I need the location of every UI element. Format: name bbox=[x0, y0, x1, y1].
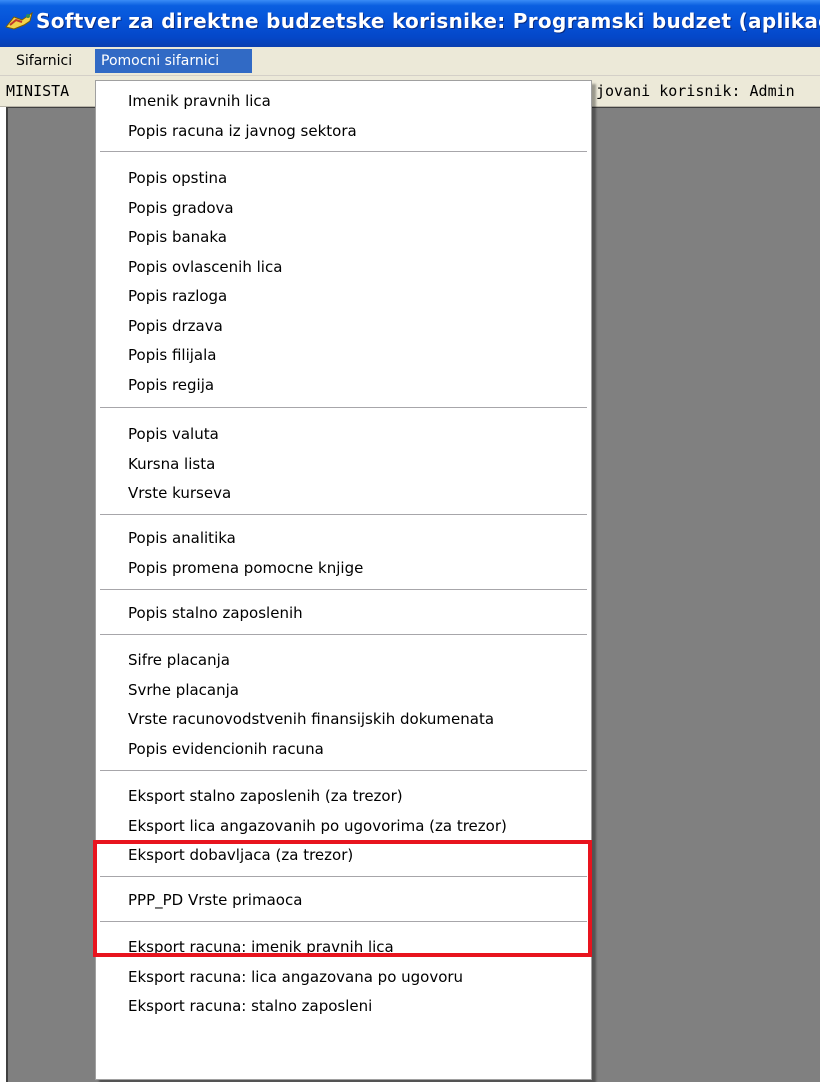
menu-item-sifre-placanja[interactable]: Sifre placanja bbox=[97, 646, 590, 674]
menu-item-vrste-racunovodstvenih-dokumenata[interactable]: Vrste racunovodstvenih finansijskih doku… bbox=[97, 705, 590, 733]
menu-separator bbox=[100, 151, 587, 153]
ministry-label: MINISTA bbox=[6, 82, 70, 100]
menu-item-popis-regija[interactable]: Popis regija bbox=[97, 371, 590, 399]
menu-item-eksport-racuna-stalno-zaposleni[interactable]: Eksport racuna: stalno zaposleni bbox=[97, 992, 590, 1020]
menu-item-imenik-pravnih-lica[interactable]: Imenik pravnih lica bbox=[97, 87, 590, 115]
menu-pomocni-sifarnici[interactable]: Pomocni sifarnici bbox=[95, 49, 252, 73]
menu-item-popis-filijala[interactable]: Popis filijala bbox=[97, 341, 590, 369]
menu-item-popis-ovlascenih-lica[interactable]: Popis ovlascenih lica bbox=[97, 253, 590, 281]
menu-bar: Sifarnici Pomocni sifarnici bbox=[0, 47, 820, 76]
app-icon[interactable] bbox=[4, 11, 34, 33]
menu-item-vrste-kurseva[interactable]: Vrste kurseva bbox=[97, 479, 590, 507]
menu-item-popis-analitika[interactable]: Popis analitika bbox=[97, 524, 590, 552]
menu-item-eksport-stalno-zaposlenih[interactable]: Eksport stalno zaposlenih (za trezor) bbox=[97, 782, 590, 810]
menu-item-popis-banaka[interactable]: Popis banaka bbox=[97, 223, 590, 251]
menu-separator bbox=[100, 589, 587, 591]
menu-item-kursna-lista[interactable]: Kursna lista bbox=[97, 450, 590, 478]
menu-item-eksport-lica-angazovanih[interactable]: Eksport lica angazovanih po ugovorima (z… bbox=[97, 812, 590, 840]
menu-sifarnici[interactable]: Sifarnici bbox=[10, 49, 78, 73]
menu-item-popis-promena-pomocne-knjige[interactable]: Popis promena pomocne knjige bbox=[97, 554, 590, 582]
menu-item-popis-stalno-zaposlenih[interactable]: Popis stalno zaposlenih bbox=[97, 599, 590, 627]
menu-item-eksport-racuna-lica-angazovana[interactable]: Eksport racuna: lica angazovana po ugovo… bbox=[97, 963, 590, 991]
menu-item-popis-evidencionih-racuna[interactable]: Popis evidencionih racuna bbox=[97, 735, 590, 763]
menu-item-popis-gradova[interactable]: Popis gradova bbox=[97, 194, 590, 222]
menu-separator bbox=[100, 770, 587, 772]
menu-item-svrhe-placanja[interactable]: Svrhe placanja bbox=[97, 676, 590, 704]
menu-item-popis-razloga[interactable]: Popis razloga bbox=[97, 282, 590, 310]
logged-user-label: jovani korisnik: Admin bbox=[596, 82, 795, 100]
title-bar[interactable]: Softver za direktne budzetske korisnike:… bbox=[0, 0, 820, 47]
menu-item-popis-racuna-javnog-sektora[interactable]: Popis racuna iz javnog sektora bbox=[97, 117, 590, 145]
window-title: Softver za direktne budzetske korisnike:… bbox=[36, 9, 820, 33]
menu-separator bbox=[100, 634, 587, 636]
menu-item-popis-drzava[interactable]: Popis drzava bbox=[97, 312, 590, 340]
menu-separator bbox=[100, 514, 587, 516]
menu-item-popis-valuta[interactable]: Popis valuta bbox=[97, 420, 590, 448]
menu-item-popis-opstina[interactable]: Popis opstina bbox=[97, 164, 590, 192]
highlight-box bbox=[93, 840, 592, 957]
menu-separator bbox=[100, 407, 587, 409]
